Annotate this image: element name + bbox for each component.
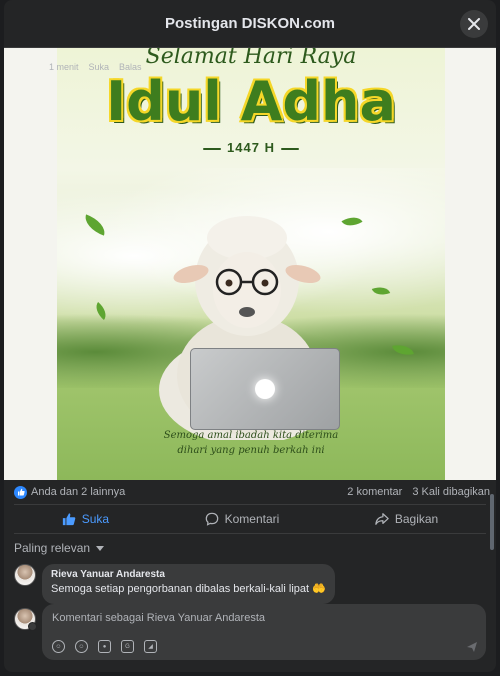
like-button[interactable]: Suka: [62, 512, 109, 526]
comment-composer: Komentari sebagai Rieva Yanuar Andaresta…: [14, 604, 486, 660]
comment-icon: [205, 512, 218, 526]
scrollbar[interactable]: [490, 494, 494, 550]
comment-item: Rieva Yanuar Andaresta Semoga setiap pen…: [4, 556, 496, 604]
modal-header: Postingan DISKON.com: [4, 0, 496, 48]
sort-label: Paling relevan: [14, 541, 91, 555]
comment-text: Semoga setiap pengorbanan dibalas berkal…: [51, 583, 326, 595]
reactions-summary[interactable]: Anda dan 2 lainnya: [14, 485, 126, 499]
poster-caption-line1: Semoga amal ibadah kita diterima: [163, 430, 339, 441]
comment-bubble: Rieva Yanuar Andaresta Semoga setiap pen…: [42, 564, 335, 604]
poster-caption: Semoga amal ibadah kita diterima dihari …: [57, 428, 445, 458]
like-label: Suka: [81, 512, 110, 526]
comment-reply-link[interactable]: Balas: [119, 62, 142, 72]
avatar[interactable]: [14, 608, 37, 631]
share-count[interactable]: 3 Kali dibagikan: [412, 486, 490, 498]
avatar[interactable]: [14, 564, 36, 586]
comment-count[interactable]: 2 komentar: [347, 486, 402, 498]
comment-author[interactable]: Rieva Yanuar Andaresta: [51, 569, 326, 580]
apple-logo-icon: [255, 379, 275, 399]
camera-icon[interactable]: ●: [98, 640, 111, 653]
post-image[interactable]: Selamat Hari Raya Idul Adha 1447 H Semog…: [4, 48, 496, 480]
chevron-down-icon[interactable]: [28, 622, 37, 631]
composer-tools: ☺ ☺ ● G ◢: [52, 640, 157, 653]
like-reaction-icon: [14, 485, 27, 499]
poster-caption-line2: dihari yang penuh berkah ini: [177, 445, 325, 456]
share-icon: [375, 513, 389, 525]
gif-icon[interactable]: G: [121, 640, 134, 653]
comment-input-placeholder: Komentari sebagai Rieva Yanuar Andaresta: [52, 612, 266, 624]
poster-year: 1447 H: [227, 140, 275, 155]
share-label: Bagikan: [394, 512, 439, 526]
comment-like-link[interactable]: Suka: [89, 62, 110, 72]
comment-button[interactable]: Komentari: [205, 512, 280, 526]
comment-input[interactable]: Komentari sebagai Rieva Yanuar Andaresta…: [42, 604, 486, 660]
close-button[interactable]: [460, 10, 488, 38]
post-modal: Postingan DISKON.com Selamat Hari Raya I…: [4, 0, 496, 672]
avatar-sticker-icon[interactable]: ☺: [52, 640, 65, 653]
poster-headline: Idul Adha: [106, 70, 396, 133]
post-stats: Anda dan 2 lainnya 2 komentar 3 Kali dib…: [4, 480, 496, 504]
comment-sort-dropdown[interactable]: Paling relevan: [4, 534, 496, 556]
thumbs-up-icon: [62, 513, 76, 526]
chevron-down-icon: [96, 545, 105, 551]
share-button[interactable]: Bagikan: [375, 512, 438, 526]
poster: Selamat Hari Raya Idul Adha 1447 H Semog…: [57, 48, 445, 480]
comment-meta: 1 menit Suka Balas: [49, 62, 142, 72]
sticker-icon[interactable]: ◢: [144, 640, 157, 653]
laptop-illustration: [190, 348, 340, 430]
close-icon: [468, 18, 480, 30]
modal-title: Postingan DISKON.com: [164, 15, 336, 32]
reactions-text: Anda dan 2 lainnya: [31, 486, 126, 498]
comment-label: Komentari: [224, 512, 280, 526]
comment-time[interactable]: 1 menit: [49, 62, 79, 72]
emoji-icon[interactable]: ☺: [75, 640, 88, 653]
post-actions: Suka Komentari Bagikan: [14, 504, 486, 534]
send-icon[interactable]: [466, 641, 478, 653]
poster-year-row: 1447 H: [57, 140, 445, 155]
